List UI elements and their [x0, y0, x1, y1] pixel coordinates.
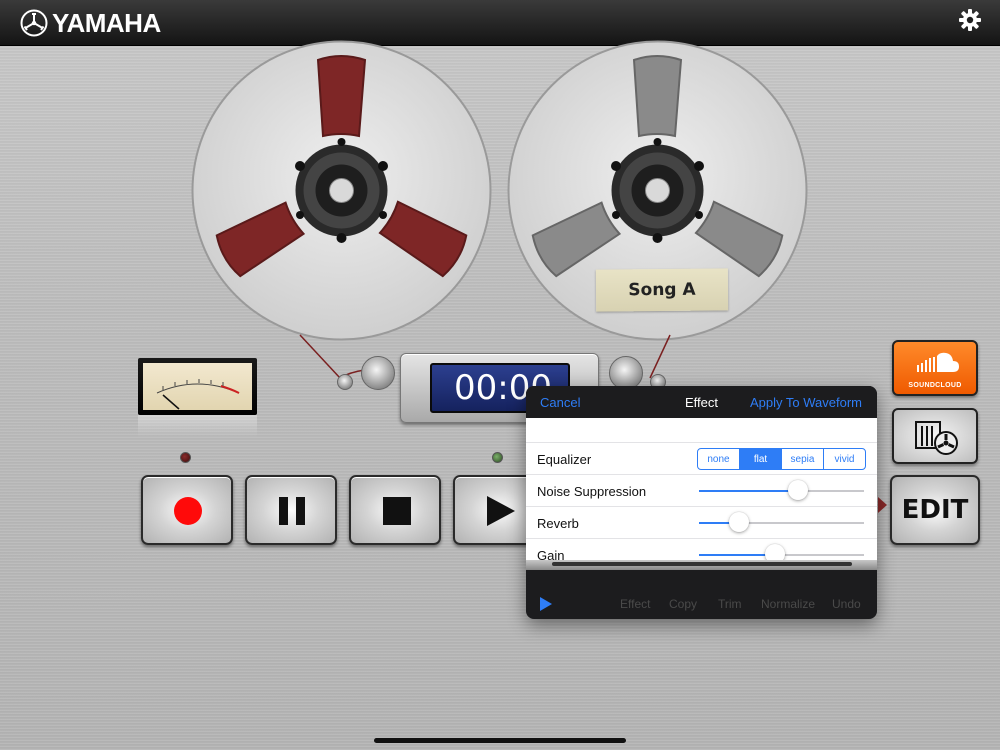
- effect-popover: Cancel Effect Apply To Waveform Equalize…: [526, 386, 877, 619]
- equalizer-label: Equalizer: [537, 452, 592, 467]
- play-icon[interactable]: [540, 597, 552, 611]
- toolbar-normalize[interactable]: Normalize: [761, 597, 815, 611]
- reverb-slider[interactable]: [699, 512, 864, 532]
- slider-fill: [699, 490, 798, 492]
- toolbar-copy[interactable]: Copy: [669, 597, 697, 611]
- waveform-strip: [526, 560, 877, 570]
- tape-library-icon: [915, 421, 958, 455]
- pause-button[interactable]: [245, 475, 337, 545]
- tape-guide-roller-right: [609, 356, 643, 390]
- equalizer-option-sepia[interactable]: sepia: [781, 449, 823, 469]
- waveform-track: [552, 562, 852, 566]
- brand-logo: YAMAHA: [20, 7, 161, 38]
- home-indicator[interactable]: [374, 738, 626, 743]
- play-indicator-led: [492, 452, 503, 463]
- tape-library-button[interactable]: [892, 408, 978, 464]
- gain-slider[interactable]: [699, 544, 864, 564]
- cancel-button[interactable]: Cancel: [540, 395, 580, 410]
- equalizer-segmented-control: none flat sepia vivid: [697, 448, 866, 470]
- record-icon: [174, 497, 202, 525]
- noise-suppression-slider[interactable]: [699, 480, 864, 500]
- left-tape-reel: [191, 40, 492, 341]
- slider-fill: [699, 554, 775, 556]
- play-icon: [487, 496, 515, 526]
- vu-meter-reflection: [138, 415, 257, 437]
- edit-toolbar: Effect Copy Trim Normalize Undo: [526, 589, 877, 619]
- toolbar-undo[interactable]: Undo: [832, 597, 861, 611]
- apply-to-waveform-button[interactable]: Apply To Waveform: [750, 395, 862, 410]
- reverb-row: Reverb: [526, 506, 877, 538]
- edit-pointer-arrow: [878, 497, 887, 513]
- gear-icon[interactable]: [958, 8, 982, 32]
- effect-settings-panel: Equalizer none flat sepia vivid Noise Su…: [526, 418, 877, 564]
- slider-thumb[interactable]: [788, 480, 808, 500]
- pause-icon: [279, 497, 305, 525]
- noise-suppression-label: Noise Suppression: [537, 484, 647, 499]
- equalizer-option-none[interactable]: none: [698, 449, 739, 469]
- edit-button[interactable]: EDIT: [890, 475, 980, 545]
- stop-button[interactable]: [349, 475, 441, 545]
- reverb-label: Reverb: [537, 516, 579, 531]
- soundcloud-icon: [917, 352, 959, 372]
- popover-header: Cancel Effect Apply To Waveform: [526, 386, 877, 418]
- brand-name: YAMAHA: [52, 7, 161, 38]
- soundcloud-button[interactable]: SOUNDCLOUD: [892, 340, 978, 396]
- stop-icon: [383, 497, 411, 525]
- vu-meter: [138, 358, 257, 415]
- soundcloud-label: SOUNDCLOUD: [908, 382, 962, 389]
- record-indicator-led: [180, 452, 191, 463]
- tape-guide-roller-left: [361, 356, 395, 390]
- yamaha-tuning-fork-icon: [20, 9, 48, 37]
- tape-guide-pin-left: [337, 374, 353, 390]
- equalizer-option-vivid[interactable]: vivid: [823, 449, 865, 469]
- toolbar-trim[interactable]: Trim: [718, 597, 742, 611]
- slider-thumb[interactable]: [728, 512, 749, 532]
- equalizer-row: Equalizer none flat sepia vivid: [526, 442, 877, 474]
- vu-meter-face: [143, 363, 252, 410]
- noise-suppression-row: Noise Suppression: [526, 474, 877, 506]
- record-button[interactable]: [141, 475, 233, 545]
- toolbar-effect[interactable]: Effect: [620, 597, 650, 611]
- equalizer-option-flat[interactable]: flat: [739, 449, 781, 469]
- tape-title-label: Song A: [595, 268, 729, 312]
- top-bar: YAMAHA: [0, 0, 1000, 46]
